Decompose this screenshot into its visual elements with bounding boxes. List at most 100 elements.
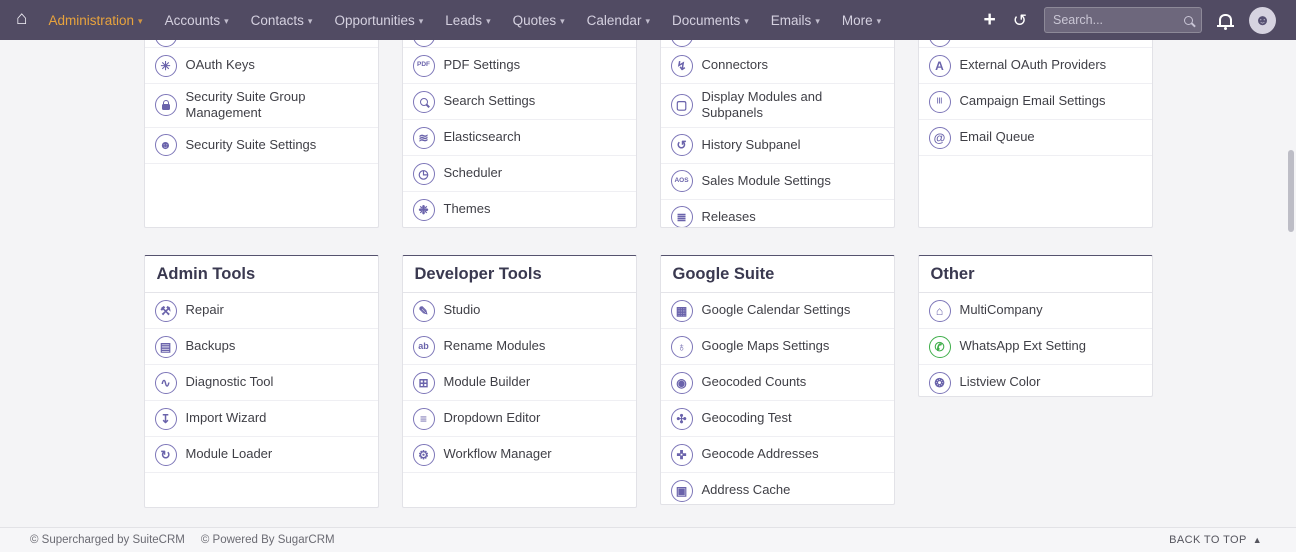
admin-link-label: Elasticsearch (444, 129, 521, 145)
nav-item-accounts[interactable]: Accounts▾ (154, 0, 240, 40)
dropdown-editor-icon: ≡ (413, 408, 435, 430)
arrow-up-icon: ▲ (1253, 535, 1262, 545)
admin-link-dropdown-editor[interactable]: ≡ Dropdown Editor (403, 401, 636, 437)
admin-link-scheduler[interactable]: ◷Scheduler (403, 156, 636, 192)
admin-link-pdf-settings[interactable]: PDFPDF Settings (403, 48, 636, 84)
panel-other: Other⌂MultiCompany✆WhatsApp Ext Setting❂… (918, 255, 1153, 397)
admin-link-email-queue[interactable]: @Email Queue (919, 120, 1152, 156)
user-avatar[interactable]: ☻ (1249, 7, 1276, 34)
admin-link-label: OAuth Keys (186, 57, 255, 73)
recently-viewed-icon[interactable]: ↺ (1013, 12, 1027, 29)
search-input[interactable] (1053, 13, 1184, 27)
back-to-top-button[interactable]: BACK TO TOP ▲ (1169, 534, 1262, 546)
chevron-down-icon: ▾ (560, 14, 565, 27)
search-icon[interactable] (1184, 16, 1193, 25)
admin-link-label: Address Cache (702, 482, 791, 498)
nav-item-emails[interactable]: Emails▾ (760, 0, 831, 40)
workflow-icon: ⚙ (413, 444, 435, 466)
admin-link-security-suite-settings[interactable]: ☻ Security Suite Settings (145, 128, 378, 164)
admin-link-address-cache[interactable]: ▣Address Cache (661, 473, 894, 505)
multicompany-icon: ⌂ (929, 300, 951, 322)
admin-link-external-oauth-providers[interactable]: AExternal OAuth Providers (919, 48, 1152, 84)
admin-link-campaign-email-settings[interactable]: |||Campaign Email Settings (919, 84, 1152, 120)
admin-link-releases[interactable]: ≣Releases (661, 200, 894, 229)
scrollbar-thumb[interactable] (1288, 150, 1294, 232)
admin-link-label: Security Suite Settings (186, 137, 317, 153)
admin-link-label: Geocoded Counts (702, 374, 807, 390)
admin-link-google-maps-settings[interactable]: ♁Google Maps Settings (661, 329, 894, 365)
admin-link-multicompany[interactable]: ⌂MultiCompany (919, 293, 1152, 329)
nav-item-calendar[interactable]: Calendar▾ (576, 0, 661, 40)
admin-link-display-modules-and-subpanels[interactable]: ▢Display Modules and Subpanels (661, 84, 894, 128)
admin-link-import-wizard[interactable]: ↧Import Wizard (145, 401, 378, 437)
admin-link-label: Module Loader (186, 446, 273, 462)
admin-link-backups[interactable]: ▤Backups (145, 329, 378, 365)
chevron-down-icon: ▾ (138, 14, 143, 27)
admin-link-themes[interactable]: ❉ Themes (403, 192, 636, 228)
admin-link-label: Repair (186, 302, 224, 318)
admin-link-google-calendar-settings[interactable]: ▦Google Calendar Settings (661, 293, 894, 329)
cut-off-item[interactable] (661, 40, 894, 48)
nav-item-label: Accounts (165, 13, 221, 28)
nav-item-documents[interactable]: Documents▾ (661, 0, 760, 40)
admin-link-geocoded-counts[interactable]: ◉ Geocoded Counts (661, 365, 894, 401)
geocount-icon: ◉ (671, 372, 693, 394)
geotest-icon: ✣ (671, 408, 693, 430)
admin-link-elasticsearch[interactable]: ≋Elasticsearch (403, 120, 636, 156)
cut-off-item[interactable] (919, 40, 1152, 48)
notifications-bell-icon[interactable] (1219, 14, 1232, 25)
admin-link-diagnostic-tool[interactable]: ∿Diagnostic Tool (145, 365, 378, 401)
panel-developer-tools: Developer Tools✎StudioabRename Modules⊞M… (402, 255, 637, 508)
module-builder-icon: ⊞ (413, 372, 435, 394)
chevron-down-icon: ▾ (308, 14, 313, 27)
chevron-down-icon: ▾ (486, 14, 491, 27)
nav-item-contacts[interactable]: Contacts▾ (240, 0, 324, 40)
admin-link-module-builder[interactable]: ⊞Module Builder (403, 365, 636, 401)
display-modules-icon: ▢ (671, 94, 693, 116)
admin-link-connectors[interactable]: ↯Connectors (661, 48, 894, 84)
cut-off-item[interactable] (145, 40, 378, 48)
nav-item-label: Leads (445, 13, 482, 28)
panel-scrolled: PDFPDF SettingsSearch Settings≋Elasticse… (402, 40, 637, 228)
admin-link-sales-module-settings[interactable]: AOSSales Module Settings (661, 164, 894, 200)
whatsapp-icon: ✆ (929, 336, 951, 358)
admin-link-listview-color[interactable]: ❂Listview Color (919, 365, 1152, 397)
wrench-icon: ⚒ (155, 300, 177, 322)
admin-link-geocode-addresses[interactable]: ✜Geocode Addresses (661, 437, 894, 473)
chevron-down-icon: ▾ (419, 14, 424, 27)
nav-item-administration[interactable]: Administration ▾ (37, 0, 153, 40)
admin-link-rename-modules[interactable]: abRename Modules (403, 329, 636, 365)
admin-link-repair[interactable]: ⚒ Repair (145, 293, 378, 329)
admin-link-module-loader[interactable]: ↻Module Loader (145, 437, 378, 473)
nav-item-label: Administration (48, 13, 134, 28)
admin-link-studio[interactable]: ✎Studio (403, 293, 636, 329)
admin-link-search-settings[interactable]: Search Settings (403, 84, 636, 120)
admin-link-workflow-manager[interactable]: ⚙Workflow Manager (403, 437, 636, 473)
cut-off-icon (671, 40, 693, 47)
admin-link-label: Themes (444, 201, 491, 217)
nav-item-opportunities[interactable]: Opportunities▾ (323, 0, 434, 40)
admin-link-geocoding-test[interactable]: ✣Geocoding Test (661, 401, 894, 437)
chevron-down-icon: ▾ (744, 14, 749, 27)
theme-icon: ❉ (413, 199, 435, 221)
admin-link-label: Listview Color (960, 374, 1041, 390)
quick-create-button[interactable]: + (983, 9, 995, 32)
nav-item-leads[interactable]: Leads ▾ (434, 0, 501, 40)
users-icon: ☻ (155, 134, 177, 156)
section-title: Google Suite (661, 256, 894, 293)
admin-link-security-suite-group-management[interactable]: Security Suite Group Management (145, 84, 378, 128)
diagnostic-icon: ∿ (155, 372, 177, 394)
page-footer: © Supercharged by SuiteCRM © Powered By … (0, 527, 1296, 552)
nav-item-quotes[interactable]: Quotes▾ (502, 0, 576, 40)
cut-off-icon (413, 40, 435, 47)
cut-off-item[interactable] (403, 40, 636, 48)
admin-link-label: Sales Module Settings (702, 173, 831, 189)
admin-link-oauth-keys[interactable]: ✳OAuth Keys (145, 48, 378, 84)
admin-link-history-subpanel[interactable]: ↺History Subpanel (661, 128, 894, 164)
admin-link-whatsapp-ext-setting[interactable]: ✆WhatsApp Ext Setting (919, 329, 1152, 365)
admin-link-label: Dropdown Editor (444, 410, 541, 426)
home-icon[interactable]: ⌂ (12, 8, 37, 32)
history-subpanel-icon: ↺ (671, 134, 693, 156)
nav-item-more[interactable]: More▾ (831, 0, 892, 40)
nav-item-label: Calendar (587, 13, 642, 28)
